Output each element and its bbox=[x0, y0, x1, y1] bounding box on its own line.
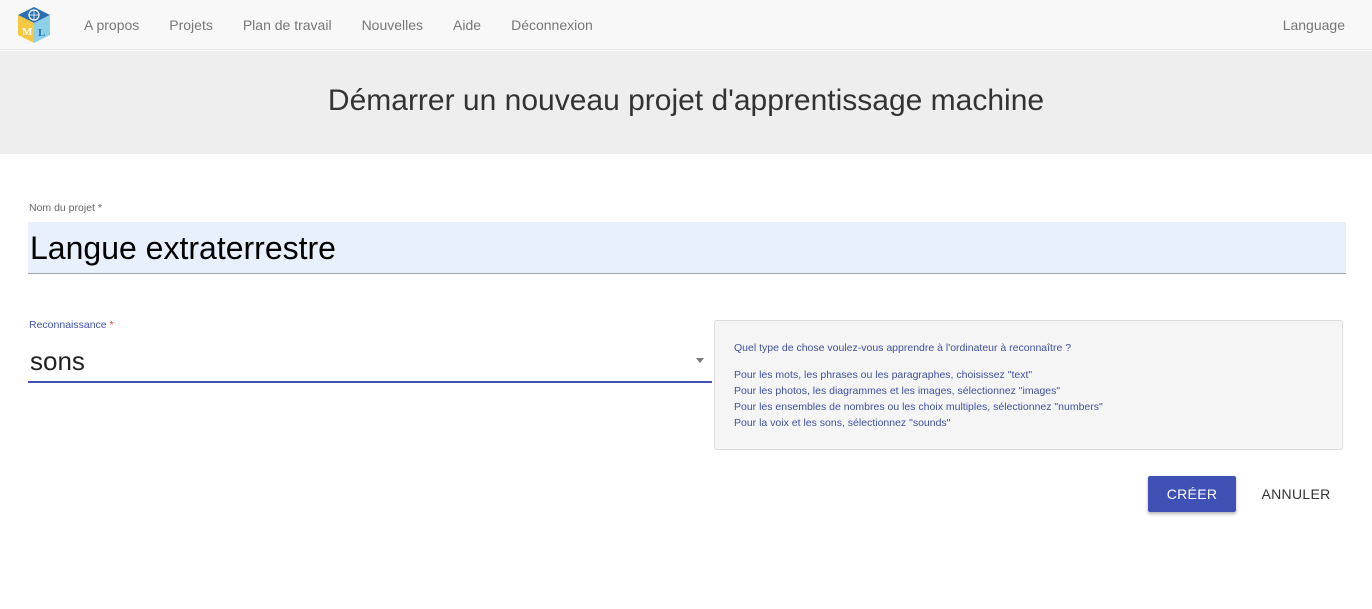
language-menu[interactable]: Language bbox=[1268, 0, 1360, 50]
nav-links: A propos Projets Plan de travail Nouvell… bbox=[69, 0, 608, 50]
nav-link-help[interactable]: Aide bbox=[438, 0, 496, 50]
nav-link-news[interactable]: Nouvelles bbox=[347, 0, 438, 50]
project-name-input[interactable]: Langue extraterrestre bbox=[28, 222, 1346, 274]
help-question: Quel type de chose voulez-vous apprendre… bbox=[734, 342, 1072, 354]
recognition-type-label-text: Reconnaissance bbox=[29, 319, 107, 331]
recognition-type-select[interactable]: sons bbox=[28, 340, 712, 383]
recognition-type-value: sons bbox=[30, 346, 85, 376]
logo-letter-l: L bbox=[38, 27, 45, 39]
dropdown-arrow-icon[interactable] bbox=[696, 358, 704, 363]
nav-link-worksheets[interactable]: Plan de travail bbox=[228, 0, 347, 50]
recognition-type-label: Reconnaissance * bbox=[29, 319, 114, 331]
create-button[interactable]: CRÉER bbox=[1148, 476, 1236, 512]
help-line-numbers: Pour les ensembles de nombres ou les cho… bbox=[734, 401, 1103, 413]
project-name-label-text: Nom du projet bbox=[29, 202, 95, 214]
nav-link-logout[interactable]: Déconnexion bbox=[496, 0, 608, 50]
required-marker: * bbox=[109, 319, 114, 331]
required-marker: * bbox=[97, 202, 102, 214]
ml-cube-logo-icon[interactable]: M L bbox=[15, 5, 53, 45]
page-header: Démarrer un nouveau projet d'apprentissa… bbox=[0, 51, 1372, 154]
project-name-label: Nom du projet * bbox=[29, 202, 102, 214]
cancel-button[interactable]: ANNULER bbox=[1252, 476, 1340, 512]
page-title: Démarrer un nouveau projet d'apprentissa… bbox=[327, 83, 1045, 117]
recognition-help-box: Quel type de chose voulez-vous apprendre… bbox=[714, 320, 1343, 450]
logo-letter-m: M bbox=[22, 26, 33, 38]
help-line-text: Pour les mots, les phrases ou les paragr… bbox=[734, 369, 1033, 381]
help-line-sounds: Pour la voix et les sons, sélectionnez "… bbox=[734, 417, 951, 429]
nav-link-about[interactable]: A propos bbox=[69, 0, 154, 50]
nav-link-projects[interactable]: Projets bbox=[154, 0, 228, 50]
help-line-images: Pour les photos, les diagrammes et les i… bbox=[734, 385, 1061, 397]
navbar: M L A propos Projets Plan de travail Nou… bbox=[0, 0, 1372, 50]
